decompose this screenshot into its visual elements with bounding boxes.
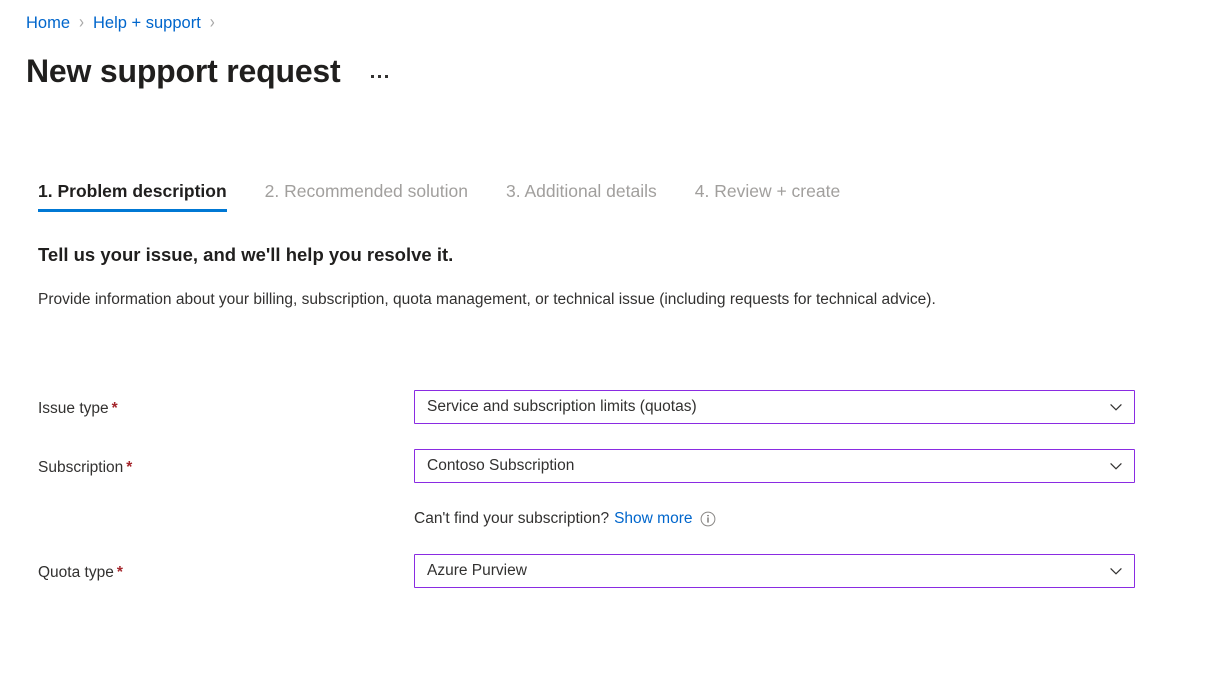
quota-type-value: Azure Purview bbox=[427, 562, 527, 580]
quota-type-label-text: Quota type bbox=[38, 564, 114, 581]
chevron-down-icon bbox=[1109, 459, 1123, 473]
breadcrumb-separator-icon: › bbox=[210, 9, 215, 37]
subscription-dropdown[interactable]: Contoso Subscription bbox=[414, 449, 1135, 483]
field-row-issue-type: Issue type* Service and subscription lim… bbox=[38, 390, 1148, 428]
ellipsis-dot-icon bbox=[385, 75, 388, 78]
show-more-link[interactable]: Show more bbox=[614, 510, 692, 527]
helper-question-text: Can't find your subscription? bbox=[414, 510, 609, 527]
subscription-label-text: Subscription bbox=[38, 459, 123, 476]
issue-type-label: Issue type* bbox=[38, 390, 414, 419]
page-header: New support request bbox=[26, 50, 393, 92]
problem-description-form: Issue type* Service and subscription lim… bbox=[38, 390, 1148, 592]
quota-type-dropdown[interactable]: Azure Purview bbox=[414, 554, 1135, 588]
issue-type-dropdown[interactable]: Service and subscription limits (quotas) bbox=[414, 390, 1135, 424]
field-row-subscription: Subscription* Contoso Subscription bbox=[38, 449, 1148, 487]
issue-type-label-text: Issue type bbox=[38, 400, 109, 417]
page-title: New support request bbox=[26, 50, 340, 92]
section-heading: Tell us your issue, and we'll help you r… bbox=[38, 242, 453, 268]
required-asterisk: * bbox=[126, 459, 132, 476]
subscription-label: Subscription* bbox=[38, 449, 414, 478]
breadcrumb-item-home[interactable]: Home bbox=[26, 12, 70, 34]
breadcrumb: Home › Help + support › bbox=[26, 12, 224, 34]
chevron-down-icon bbox=[1109, 400, 1123, 414]
subscription-helper-text: Can't find your subscription? Show more bbox=[414, 508, 693, 530]
new-support-request-page: Home › Help + support › New support requ… bbox=[0, 0, 1220, 685]
chevron-down-icon bbox=[1109, 564, 1123, 578]
info-circle-icon[interactable] bbox=[700, 511, 716, 527]
tab-review-create[interactable]: 4. Review + create bbox=[695, 179, 840, 212]
breadcrumb-separator-icon: › bbox=[79, 9, 84, 37]
tab-recommended-solution[interactable]: 2. Recommended solution bbox=[265, 179, 468, 212]
field-row-quota-type: Quota type* Azure Purview bbox=[38, 554, 1148, 592]
more-actions-button[interactable] bbox=[366, 71, 393, 82]
subscription-value: Contoso Subscription bbox=[427, 457, 574, 475]
tab-problem-description[interactable]: 1. Problem description bbox=[38, 179, 227, 212]
section-description: Provide information about your billing, … bbox=[38, 287, 1110, 313]
subscription-helper-row: Can't find your subscription? Show more bbox=[38, 508, 1148, 530]
required-asterisk: * bbox=[112, 400, 118, 417]
quota-type-label: Quota type* bbox=[38, 554, 414, 583]
required-asterisk: * bbox=[117, 564, 123, 581]
issue-type-value: Service and subscription limits (quotas) bbox=[427, 398, 697, 416]
breadcrumb-item-help-support[interactable]: Help + support bbox=[93, 12, 201, 34]
ellipsis-dot-icon bbox=[378, 75, 381, 78]
tab-additional-details[interactable]: 3. Additional details bbox=[506, 179, 657, 212]
ellipsis-dot-icon bbox=[371, 75, 374, 78]
wizard-tabs: 1. Problem description 2. Recommended so… bbox=[38, 178, 878, 212]
